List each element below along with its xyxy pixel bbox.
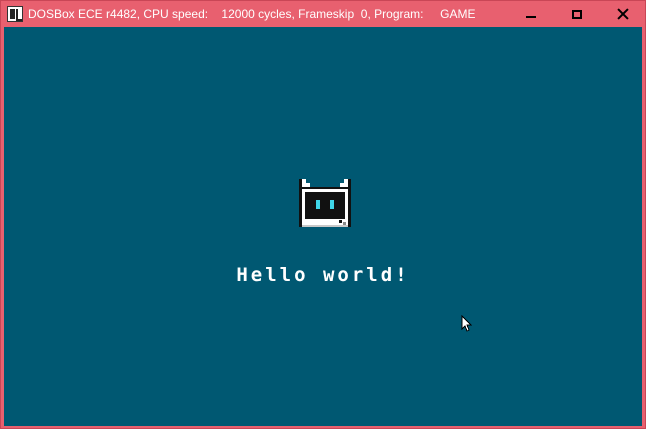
maximize-icon [572, 9, 582, 19]
hello-message: Hello world! [236, 264, 410, 286]
title-bar[interactable]: DOSBox ECE r4482, CPU speed: 12000 cycle… [1, 1, 645, 27]
close-icon [617, 8, 629, 20]
dosbox-icon[interactable] [7, 6, 23, 22]
dosbox-window: DOSBox ECE r4482, CPU speed: 12000 cycle… [0, 0, 646, 429]
mouse-pointer-icon [461, 315, 473, 332]
close-button[interactable] [600, 1, 646, 27]
dos-screen[interactable]: Hello world! [4, 27, 642, 426]
window-title: DOSBox ECE r4482, CPU speed: 12000 cycle… [28, 7, 476, 21]
maximize-button[interactable] [554, 1, 600, 27]
robot-cat-icon [299, 179, 351, 227]
minimize-icon [526, 16, 536, 18]
minimize-button[interactable] [508, 1, 554, 27]
